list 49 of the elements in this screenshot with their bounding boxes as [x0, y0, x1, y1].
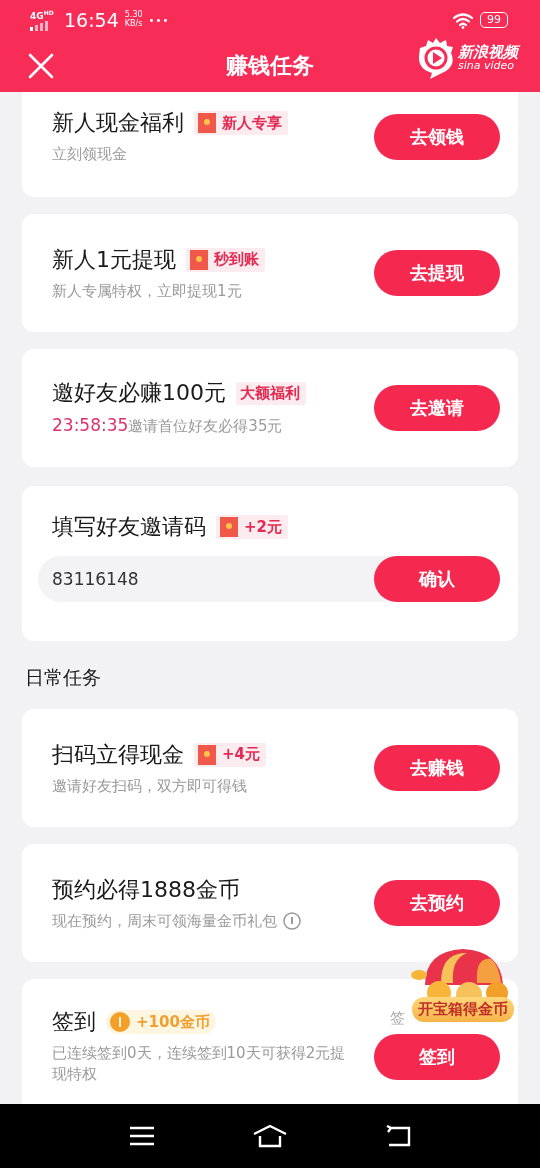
- info-icon[interactable]: [283, 912, 301, 930]
- back-icon[interactable]: [385, 1125, 412, 1147]
- task-title: 新人现金福利: [52, 109, 184, 137]
- more-indicator: •••: [148, 14, 170, 26]
- envelope-icon: [198, 113, 216, 133]
- tag-label: +4元: [222, 745, 260, 764]
- task-description: 23:58:35邀请首位好友必得35元: [52, 414, 283, 438]
- logo-subtitle: sina video: [458, 60, 515, 73]
- sign-in-note: 签: [390, 1009, 405, 1028]
- tag-label: +2元: [244, 517, 282, 537]
- task-title: 新人1元提现: [52, 245, 176, 274]
- coin-icon: [110, 1012, 130, 1032]
- section-title: 日常任务: [25, 665, 102, 690]
- tag-label: 新人专享: [222, 113, 282, 133]
- task-button[interactable]: 去提现: [374, 250, 500, 296]
- task-description: 邀请好友扫码，双方即可得钱: [52, 775, 247, 797]
- envelope-icon: [220, 517, 238, 537]
- close-icon[interactable]: [28, 53, 54, 79]
- treasure-chest-badge[interactable]: 开宝箱得金币: [404, 945, 522, 1022]
- home-icon[interactable]: [252, 1124, 288, 1148]
- task-button[interactable]: 去预约: [374, 880, 500, 926]
- task-title: 邀好友必赚100元: [52, 379, 226, 408]
- task-title: 填写好友邀请码: [52, 513, 206, 541]
- chest-label: 开宝箱得金币: [412, 997, 514, 1022]
- task-title: 扫码立得现金: [52, 740, 184, 769]
- task-button[interactable]: 去邀请: [374, 385, 500, 431]
- task-button[interactable]: 去赚钱: [374, 745, 500, 791]
- envelope-icon: [198, 744, 216, 765]
- envelope-icon: [190, 249, 208, 270]
- battery-indicator: 99: [480, 12, 508, 28]
- confirm-button[interactable]: 确认: [374, 556, 500, 602]
- network-speed: 5.30 KB/s: [124, 11, 143, 29]
- task-description: 新人专属特权，立即提现1元: [52, 280, 242, 302]
- tag-label: 大额福利: [240, 383, 300, 403]
- task-title: 预约必得1888金币: [52, 875, 240, 904]
- page-title: 赚钱任务: [226, 52, 314, 80]
- status-time: 16:54: [64, 9, 119, 31]
- menu-icon[interactable]: [128, 1126, 155, 1146]
- tag-label: 秒到账: [214, 250, 259, 269]
- task-description: 已连续签到0天，连续签到10天可获得2元提现特权: [52, 1043, 347, 1085]
- task-title: 签到: [52, 1008, 96, 1036]
- task-description: 现在预约，周末可领海量金币礼包: [52, 910, 277, 932]
- play-logo-icon: [416, 36, 456, 80]
- task-button[interactable]: 去领钱: [374, 113, 500, 160]
- wifi-icon: [452, 11, 474, 29]
- task-description: 立刻领现金: [52, 144, 127, 165]
- network-label: 4G$^{HD}$: [30, 9, 54, 21]
- task-button[interactable]: 签到: [374, 1034, 500, 1080]
- tag-label: +100金币: [136, 1012, 210, 1032]
